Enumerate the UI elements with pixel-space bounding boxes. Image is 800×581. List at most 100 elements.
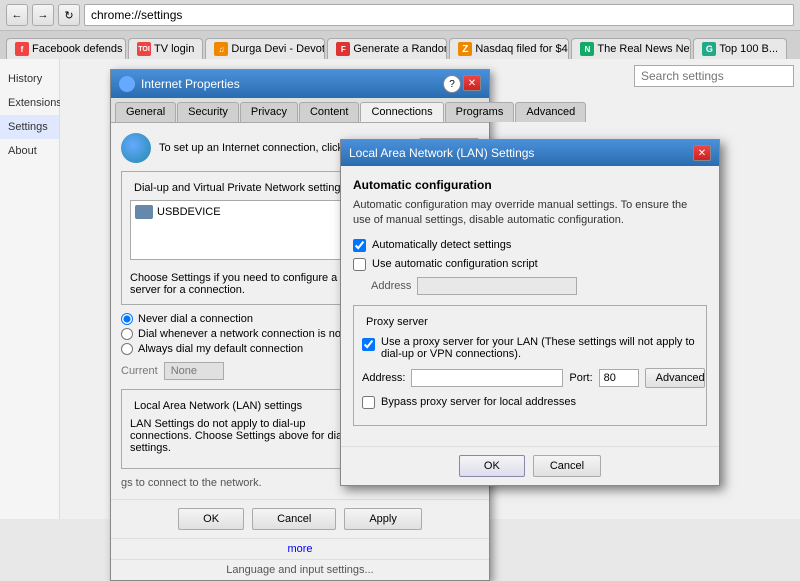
sidebar-item-settings[interactable]: Settings	[0, 115, 59, 139]
vpn-device-label: USBDEVICE	[157, 206, 221, 218]
browser-toolbar: ← → ↻	[0, 0, 800, 31]
proxy-use-checkbox[interactable]	[362, 338, 375, 351]
radio-never-label: Never dial a connection	[138, 313, 253, 325]
lan-footer: OK Cancel	[341, 446, 719, 485]
cancel-button[interactable]: Cancel	[252, 508, 336, 530]
current-label: Current	[121, 365, 158, 377]
tab-content[interactable]: Content	[299, 102, 360, 122]
internet-properties-icon	[119, 76, 135, 92]
dialog-footer: OK Cancel Apply	[111, 499, 489, 538]
sidebar: History Extensions Settings About	[0, 59, 60, 519]
vpn-item-usbdevice: USBDEVICE	[135, 205, 375, 219]
bypass-label: Bypass proxy server for local addresses	[381, 396, 576, 408]
forward-button[interactable]: →	[32, 4, 54, 26]
auto-detect-checkbox[interactable]	[353, 239, 366, 252]
radio-always-label: Always dial my default connection	[138, 343, 303, 355]
address-label: Address	[371, 280, 411, 292]
bypass-checkbox[interactable]	[362, 396, 375, 409]
lan-dialog-box: Local Area Network (LAN) Settings ✕ Auto…	[340, 139, 720, 486]
port-field[interactable]	[599, 369, 639, 387]
bypass-row: Bypass proxy server for local addresses	[362, 396, 698, 409]
browser-main: History Extensions Settings About Intern…	[0, 59, 800, 519]
tab-label-tv: TV login	[154, 43, 194, 55]
tab-label-durga: Durga Devi - Devotio...	[231, 43, 325, 55]
apply-button[interactable]: Apply	[344, 508, 422, 530]
script-address-row: Address	[371, 277, 707, 295]
tab-top100[interactable]: G Top 100 B...	[693, 38, 787, 59]
vpn-device-icon	[135, 205, 153, 219]
lan-title-bar-buttons: ✕	[693, 145, 711, 161]
auto-script-row: Use automatic configuration script	[353, 258, 707, 271]
globe-icon	[121, 133, 151, 163]
tabs-bar: f Facebook defends m... TOI TV login ♫ D…	[0, 31, 800, 59]
tab-general[interactable]: General	[115, 102, 176, 122]
tab-tv[interactable]: TOI TV login	[128, 38, 203, 59]
tab-advanced[interactable]: Advanced	[515, 102, 586, 122]
tab-favicon-realnews: N	[580, 42, 594, 56]
tab-label-realnews: The Real News Netw...	[597, 43, 691, 55]
tab-security[interactable]: Security	[177, 102, 239, 122]
port-label: Port:	[569, 372, 592, 384]
script-address-field[interactable]	[417, 277, 577, 295]
search-bar	[628, 59, 800, 93]
auto-config-title: Automatic configuration	[353, 178, 707, 192]
title-bar-buttons: ? ✕	[443, 75, 481, 93]
help-button[interactable]: ?	[443, 75, 461, 93]
tab-random[interactable]: F Generate a Random N...	[327, 38, 447, 59]
tab-facebook[interactable]: f Facebook defends m...	[6, 38, 126, 59]
close-button[interactable]: ✕	[463, 75, 481, 91]
sidebar-item-extensions[interactable]: Extensions	[0, 91, 59, 115]
browser-chrome: ← → ↻ f Facebook defends m... TOI TV log…	[0, 0, 800, 59]
tab-programs[interactable]: Programs	[445, 102, 515, 122]
lan-body: Automatic configuration Automatic config…	[341, 166, 719, 446]
tab-connections[interactable]: Connections	[360, 102, 443, 122]
tab-nasdaq[interactable]: Z Nasdaq filed for $42...	[449, 38, 569, 59]
tab-favicon-top100: G	[702, 42, 716, 56]
proxy-address-field[interactable]	[411, 369, 563, 387]
lan-close-button[interactable]: ✕	[693, 145, 711, 161]
tab-label-nasdaq: Nasdaq filed for $42...	[475, 43, 569, 55]
auto-script-checkbox[interactable]	[353, 258, 366, 271]
tab-label-top100: Top 100 B...	[719, 43, 778, 55]
radio-whenever-input[interactable]	[121, 328, 133, 340]
search-input[interactable]	[634, 65, 794, 87]
tab-durga[interactable]: ♫ Durga Devi - Devotio...	[205, 38, 325, 59]
proxy-use-label: Use a proxy server for your LAN (These s…	[381, 336, 698, 360]
language-link[interactable]: Language and input settings...	[111, 559, 489, 580]
lan-ok-button[interactable]: OK	[459, 455, 525, 477]
lan-cancel-button[interactable]: Cancel	[533, 455, 601, 477]
lan-settings-dialog: Local Area Network (LAN) Settings ✕ Auto…	[340, 139, 720, 486]
title-bar-left: Internet Properties	[119, 76, 240, 92]
auto-script-label: Use automatic configuration script	[372, 258, 538, 270]
none-field: None	[164, 362, 224, 380]
proxy-addr-row: Address: Port: Advanced	[362, 368, 698, 388]
proxy-section-title: Proxy server	[362, 316, 432, 328]
advanced-button[interactable]: Advanced	[645, 368, 705, 388]
dialog-tabs: General Security Privacy Content Connect…	[111, 98, 489, 123]
reload-button[interactable]: ↻	[58, 4, 80, 26]
tab-label-random: Generate a Random N...	[353, 43, 447, 55]
auto-detect-row: Automatically detect settings	[353, 239, 707, 252]
dialog-title-bar: Internet Properties ? ✕	[111, 70, 489, 98]
tab-realnews[interactable]: N The Real News Netw...	[571, 38, 691, 59]
sidebar-item-history[interactable]: History	[0, 67, 59, 91]
tab-favicon-random: F	[336, 42, 350, 56]
ok-button[interactable]: OK	[178, 508, 244, 530]
tab-privacy[interactable]: Privacy	[240, 102, 298, 122]
proxy-server-section: Proxy server Use a proxy server for your…	[353, 305, 707, 426]
tab-favicon-nasdaq: Z	[458, 42, 472, 56]
address-bar[interactable]	[84, 4, 794, 26]
sidebar-item-about[interactable]: About	[0, 139, 59, 163]
more-link[interactable]: more	[111, 538, 489, 559]
radio-always-input[interactable]	[121, 343, 133, 355]
lan-dialog-title: Local Area Network (LAN) Settings	[349, 146, 534, 160]
back-button[interactable]: ←	[6, 4, 28, 26]
radio-never-input[interactable]	[121, 313, 133, 325]
tab-label-facebook: Facebook defends m...	[32, 43, 126, 55]
tab-favicon-facebook: f	[15, 42, 29, 56]
auto-detect-label: Automatically detect settings	[372, 239, 511, 251]
lan-group-title: Local Area Network (LAN) settings	[130, 400, 306, 412]
tab-favicon-tv: TOI	[137, 42, 151, 56]
lan-title-bar: Local Area Network (LAN) Settings ✕	[341, 140, 719, 166]
lan-text: LAN Settings do not apply to dial-up con…	[130, 418, 370, 454]
